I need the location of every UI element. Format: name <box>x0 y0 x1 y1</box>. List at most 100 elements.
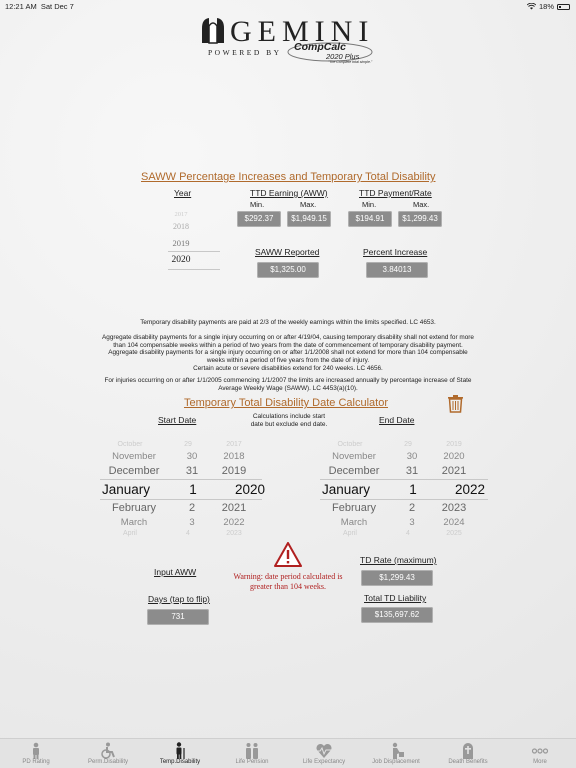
end-picker-row[interactable]: April 4 2025 <box>320 530 472 537</box>
warning-message: Warning: date period calculated is great… <box>224 572 352 592</box>
calc-note: Calculations include start date but excl… <box>243 413 335 429</box>
worker-icon <box>392 742 404 759</box>
person-icon <box>33 742 39 759</box>
calculator-title: Temporary Total Disability Date Calculat… <box>184 397 388 409</box>
tab-label: Temp.Disability <box>159 759 201 765</box>
ttd-earning-label: TTD Earning (AWW) <box>250 188 328 198</box>
year-label: Year <box>174 188 192 198</box>
end-picker-row-selected[interactable]: January 1 2022 <box>320 482 486 497</box>
status-date: Sat Dec 7 <box>40 2 74 11</box>
start-picker-row[interactable]: February 2 2021 <box>100 502 252 514</box>
year-selector-line <box>168 251 220 252</box>
year-option-selected[interactable]: 2020 <box>165 255 197 265</box>
start-date-label: Start Date <box>158 415 197 425</box>
info-line: weeks within a period of five years from… <box>206 357 370 365</box>
tab-perm-disability[interactable]: Perm.Disability <box>72 739 144 768</box>
end-date-label: End Date <box>379 415 415 425</box>
powered-by-label: POWERED BY <box>208 48 282 57</box>
end-selector-line <box>320 499 488 500</box>
saww-reported-value: $1,325.00 <box>257 262 319 278</box>
tombstone-icon <box>463 743 473 759</box>
payment-min-value: $194.91 <box>348 211 392 227</box>
earning-max-value: $1,949.15 <box>287 211 331 227</box>
saww-reported-label: SAWW Reported <box>255 247 320 257</box>
td-rate-value: $1,299.43 <box>361 570 433 586</box>
end-picker-row[interactable]: December 31 2021 <box>320 465 472 477</box>
couple-icon <box>246 743 258 759</box>
tab-label: Perm.Disability <box>87 759 128 765</box>
start-selector-line <box>100 479 262 480</box>
earning-min-value: $292.37 <box>237 211 281 227</box>
wifi-icon <box>526 3 536 10</box>
tab-temp-disability[interactable]: Temp.Disability <box>144 739 216 768</box>
battery-icon <box>557 3 570 10</box>
status-time-date: 12:21 AM Sat Dec 7 <box>5 2 74 11</box>
heartbeat-icon <box>316 743 332 758</box>
year-option[interactable]: 2019 <box>165 238 197 248</box>
year-option[interactable]: 2018 <box>165 222 197 231</box>
start-picker-row[interactable]: October 29 2017 <box>100 441 252 448</box>
battery-percent: 18% <box>538 2 554 11</box>
end-picker-row[interactable]: February 2 2023 <box>320 502 472 514</box>
earning-max-label: Max. <box>300 200 317 209</box>
tab-label: More <box>533 759 547 765</box>
days-value[interactable]: 731 <box>147 609 209 625</box>
tab-label: Job Displacement <box>372 759 420 765</box>
earning-min-label: Min. <box>250 200 265 209</box>
payment-max-value: $1,299.43 <box>398 211 442 227</box>
start-picker-row-selected[interactable]: January 1 2020 <box>100 482 266 497</box>
payment-max-label: Max. <box>413 200 430 209</box>
more-dots-icon <box>531 748 549 754</box>
info-line: Aggregate disability payments for a sing… <box>102 334 474 341</box>
wheelchair-icon <box>101 742 115 759</box>
warning-line: Warning: date period calculated is <box>233 572 343 581</box>
calc-note-line: Calculations include start <box>252 413 326 420</box>
crutch-person-icon <box>176 742 185 759</box>
tab-label: Death Benefits <box>448 759 488 765</box>
year-selector-line <box>168 269 220 270</box>
start-picker-row[interactable]: December 31 2019 <box>100 465 252 477</box>
tab-bar: PD Rating Perm.Disability Temp.Disabilit… <box>0 738 576 768</box>
info-paragraph-2: Aggregate disability payments for a sing… <box>88 334 488 373</box>
start-picker-row[interactable]: April 4 2023 <box>100 530 252 537</box>
status-bar: 12:21 AM Sat Dec 7 18% <box>0 0 576 12</box>
trash-icon[interactable] <box>447 394 464 413</box>
calc-note-line: date but exclude end date. <box>250 421 328 428</box>
tab-life-expectancy[interactable]: Life Expectancy <box>288 739 360 768</box>
tab-life-pension[interactable]: Life Pension <box>216 739 288 768</box>
input-aww-label[interactable]: Input AWW <box>154 567 196 577</box>
info-line: Aggregate disability payments for a sing… <box>108 349 468 357</box>
tab-death-benefits[interactable]: Death Benefits <box>432 739 504 768</box>
tab-label: Life Expectancy <box>302 759 346 765</box>
total-td-value: $135,697.62 <box>361 607 433 623</box>
start-picker-row[interactable]: November 30 2018 <box>100 451 252 462</box>
status-indicators: 18% <box>526 2 570 11</box>
tab-label: PD Rating <box>22 759 50 765</box>
payment-min-label: Min. <box>362 200 377 209</box>
info-line: For injuries occurring on or after 1/1/2… <box>104 377 472 384</box>
start-picker-row[interactable]: March 3 2022 <box>100 517 252 528</box>
start-selector-line <box>100 499 262 500</box>
compcalc-tagline: "The Complete total simple." <box>328 60 373 64</box>
compcalc-logo: CompCalc 2020 Plus "The Complete total s… <box>286 40 374 64</box>
tab-job-displacement[interactable]: Job Displacement <box>360 739 432 768</box>
end-selector-line <box>320 479 488 480</box>
end-picker-row[interactable]: October 29 2019 <box>320 441 472 448</box>
warning-icon <box>274 542 302 567</box>
ttd-payment-label: TTD Payment/Rate <box>359 188 432 198</box>
td-rate-label: TD Rate (maximum) <box>360 555 437 565</box>
end-picker-row[interactable]: March 3 2024 <box>320 517 472 528</box>
tab-pd-rating[interactable]: PD Rating <box>0 739 72 768</box>
info-line: Certain acute or severe disabilities ext… <box>193 364 383 372</box>
tab-label: Life Pension <box>235 759 269 765</box>
total-td-label: Total TD Liability <box>364 593 427 603</box>
info-line: than 104 compensable weeks within a peri… <box>113 341 463 349</box>
days-label[interactable]: Days (tap to flip) <box>148 594 210 604</box>
percent-increase-label: Percent Increase <box>363 247 428 257</box>
tab-more[interactable]: More <box>504 739 576 768</box>
year-option[interactable]: 2017 <box>165 211 197 218</box>
app-logo: GEMINI POWERED BY CompCalc 2020 Plus "Th… <box>196 12 386 67</box>
end-picker-row[interactable]: November 30 2020 <box>320 451 472 462</box>
gemini-mark-icon <box>202 18 224 44</box>
info-line: Average Weekly Wage (SAWW). LC 4453(a)(1… <box>218 384 358 392</box>
